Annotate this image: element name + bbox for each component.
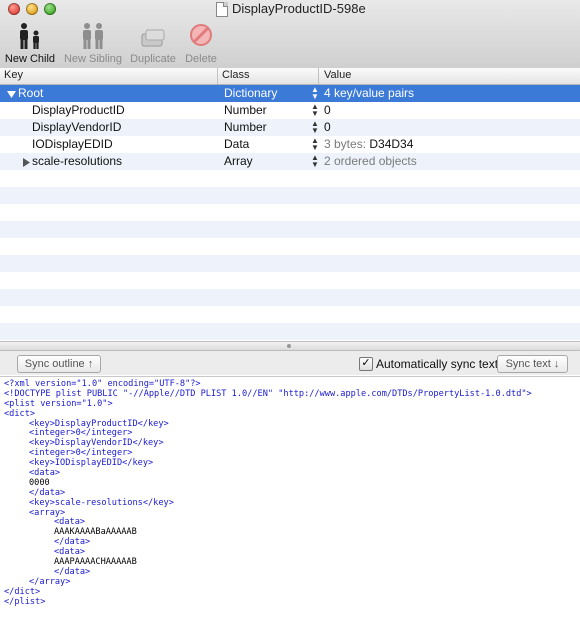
column-header-class[interactable]: Class bbox=[222, 69, 250, 81]
delete-label: Delete bbox=[185, 53, 217, 65]
empty-row bbox=[0, 323, 580, 340]
row-value[interactable]: 3 bytes: D34D34 bbox=[324, 137, 413, 151]
row-class[interactable]: Number bbox=[224, 120, 267, 134]
split-view-divider[interactable] bbox=[0, 341, 580, 351]
disclosure-triangle-expanded-icon[interactable] bbox=[7, 88, 16, 102]
outline-column-header: Key Class Value bbox=[0, 68, 580, 85]
xml-line: </dict> bbox=[4, 586, 41, 597]
empty-row bbox=[0, 187, 580, 204]
outline-row-iodisplayedid[interactable]: IODisplayEDID Data ▲ ▼ 3 bytes: D34D34 bbox=[0, 136, 580, 153]
column-divider[interactable] bbox=[318, 68, 319, 84]
row-key: DisplayVendorID bbox=[32, 120, 122, 134]
row-class[interactable]: Data bbox=[224, 137, 249, 151]
class-stepper-icon[interactable]: ▲ ▼ bbox=[311, 86, 319, 101]
row-key: scale-resolutions bbox=[32, 154, 123, 168]
xml-text-view[interactable]: <?xml version="1.0" encoding="UTF-8"?> <… bbox=[0, 376, 580, 623]
row-key: DisplayProductID bbox=[32, 103, 125, 117]
row-class[interactable]: Number bbox=[224, 103, 267, 117]
new-sibling-button[interactable]: New Sibling bbox=[62, 20, 124, 66]
window-title: DisplayProductID-598e bbox=[232, 1, 366, 16]
duplicate-button[interactable]: Duplicate bbox=[128, 20, 178, 66]
column-divider[interactable] bbox=[217, 68, 218, 84]
siblings-icon bbox=[62, 22, 124, 50]
sync-bar: Sync outline ↑ ✓ Automatically sync text… bbox=[0, 351, 580, 375]
zoom-window-button[interactable] bbox=[44, 3, 56, 15]
empty-row bbox=[0, 204, 580, 221]
row-value: 4 key/value pairs bbox=[324, 86, 415, 100]
row-value: 2 ordered objects bbox=[324, 154, 417, 168]
xml-line: </data> bbox=[54, 566, 91, 577]
document-icon bbox=[216, 2, 228, 17]
empty-row bbox=[0, 272, 580, 289]
empty-row bbox=[0, 289, 580, 306]
xml-line: </data> bbox=[54, 537, 91, 548]
outline-row-scale-resolutions[interactable]: scale-resolutions Array ▲ ▼ 2 ordered obj… bbox=[0, 153, 580, 170]
new-child-label: New Child bbox=[4, 53, 56, 65]
duplicate-label: Duplicate bbox=[130, 53, 176, 65]
delete-button[interactable]: Delete bbox=[180, 20, 222, 66]
empty-row bbox=[0, 306, 580, 323]
row-key: Root bbox=[18, 86, 44, 100]
xml-line: </array> bbox=[29, 576, 71, 587]
class-stepper-icon[interactable]: ▲ ▼ bbox=[311, 120, 319, 135]
outline-row-root[interactable]: Root Dictionary ▲ ▼ 4 key/value pairs bbox=[0, 85, 580, 102]
row-class[interactable]: Array bbox=[224, 154, 253, 168]
new-sibling-label: New Sibling bbox=[63, 53, 123, 65]
minimize-window-button[interactable] bbox=[26, 3, 38, 15]
class-stepper-icon[interactable]: ▲ ▼ bbox=[311, 154, 319, 169]
divider-grip-icon bbox=[287, 344, 291, 348]
xml-line: <key>scale-resolutions</key> bbox=[29, 497, 174, 508]
duplicate-icon bbox=[128, 22, 178, 50]
row-value[interactable]: 0 bbox=[324, 120, 331, 134]
column-header-key[interactable]: Key bbox=[4, 69, 23, 81]
xml-line: <plist version="1.0"> bbox=[4, 398, 113, 409]
window-titlebar: DisplayProductID-598e New Child New Sibl… bbox=[0, 0, 580, 69]
auto-sync-checkbox[interactable]: ✓ bbox=[359, 357, 373, 371]
sync-outline-button[interactable]: Sync outline ↑ bbox=[17, 355, 101, 373]
class-stepper-icon[interactable]: ▲ ▼ bbox=[311, 103, 319, 118]
disclosure-triangle-collapsed-icon[interactable] bbox=[22, 156, 30, 170]
close-window-button[interactable] bbox=[8, 3, 20, 15]
class-stepper-icon[interactable]: ▲ ▼ bbox=[311, 137, 319, 152]
xml-line: <data> bbox=[29, 468, 61, 479]
row-class[interactable]: Dictionary bbox=[224, 86, 277, 100]
empty-row bbox=[0, 221, 580, 238]
plist-outline: Root Dictionary ▲ ▼ 4 key/value pairs Dis… bbox=[0, 85, 580, 341]
value-hex: D34D34 bbox=[369, 137, 414, 151]
outline-row-displayproductid[interactable]: DisplayProductID Number ▲ ▼ 0 bbox=[0, 102, 580, 119]
xml-line: <array> bbox=[29, 507, 66, 518]
value-byte-count: 3 bytes: bbox=[324, 137, 367, 151]
outline-row-displayvendorid[interactable]: DisplayVendorID Number ▲ ▼ 0 bbox=[0, 119, 580, 136]
row-value[interactable]: 0 bbox=[324, 103, 331, 117]
auto-sync-label[interactable]: Automatically sync text bbox=[376, 357, 498, 371]
delete-icon bbox=[180, 22, 222, 50]
row-key: IODisplayEDID bbox=[32, 137, 113, 151]
sync-text-button[interactable]: Sync text ↓ bbox=[497, 355, 568, 373]
xml-line: <key>IODisplayEDID</key> bbox=[29, 458, 154, 469]
column-header-value[interactable]: Value bbox=[324, 69, 351, 81]
new-child-button[interactable]: New Child bbox=[2, 20, 58, 66]
empty-row bbox=[0, 255, 580, 272]
empty-row bbox=[0, 170, 580, 187]
xml-line: 0000 bbox=[29, 477, 50, 488]
parent-child-icon bbox=[2, 22, 58, 50]
empty-row bbox=[0, 238, 580, 255]
xml-line: </plist> bbox=[4, 596, 46, 607]
